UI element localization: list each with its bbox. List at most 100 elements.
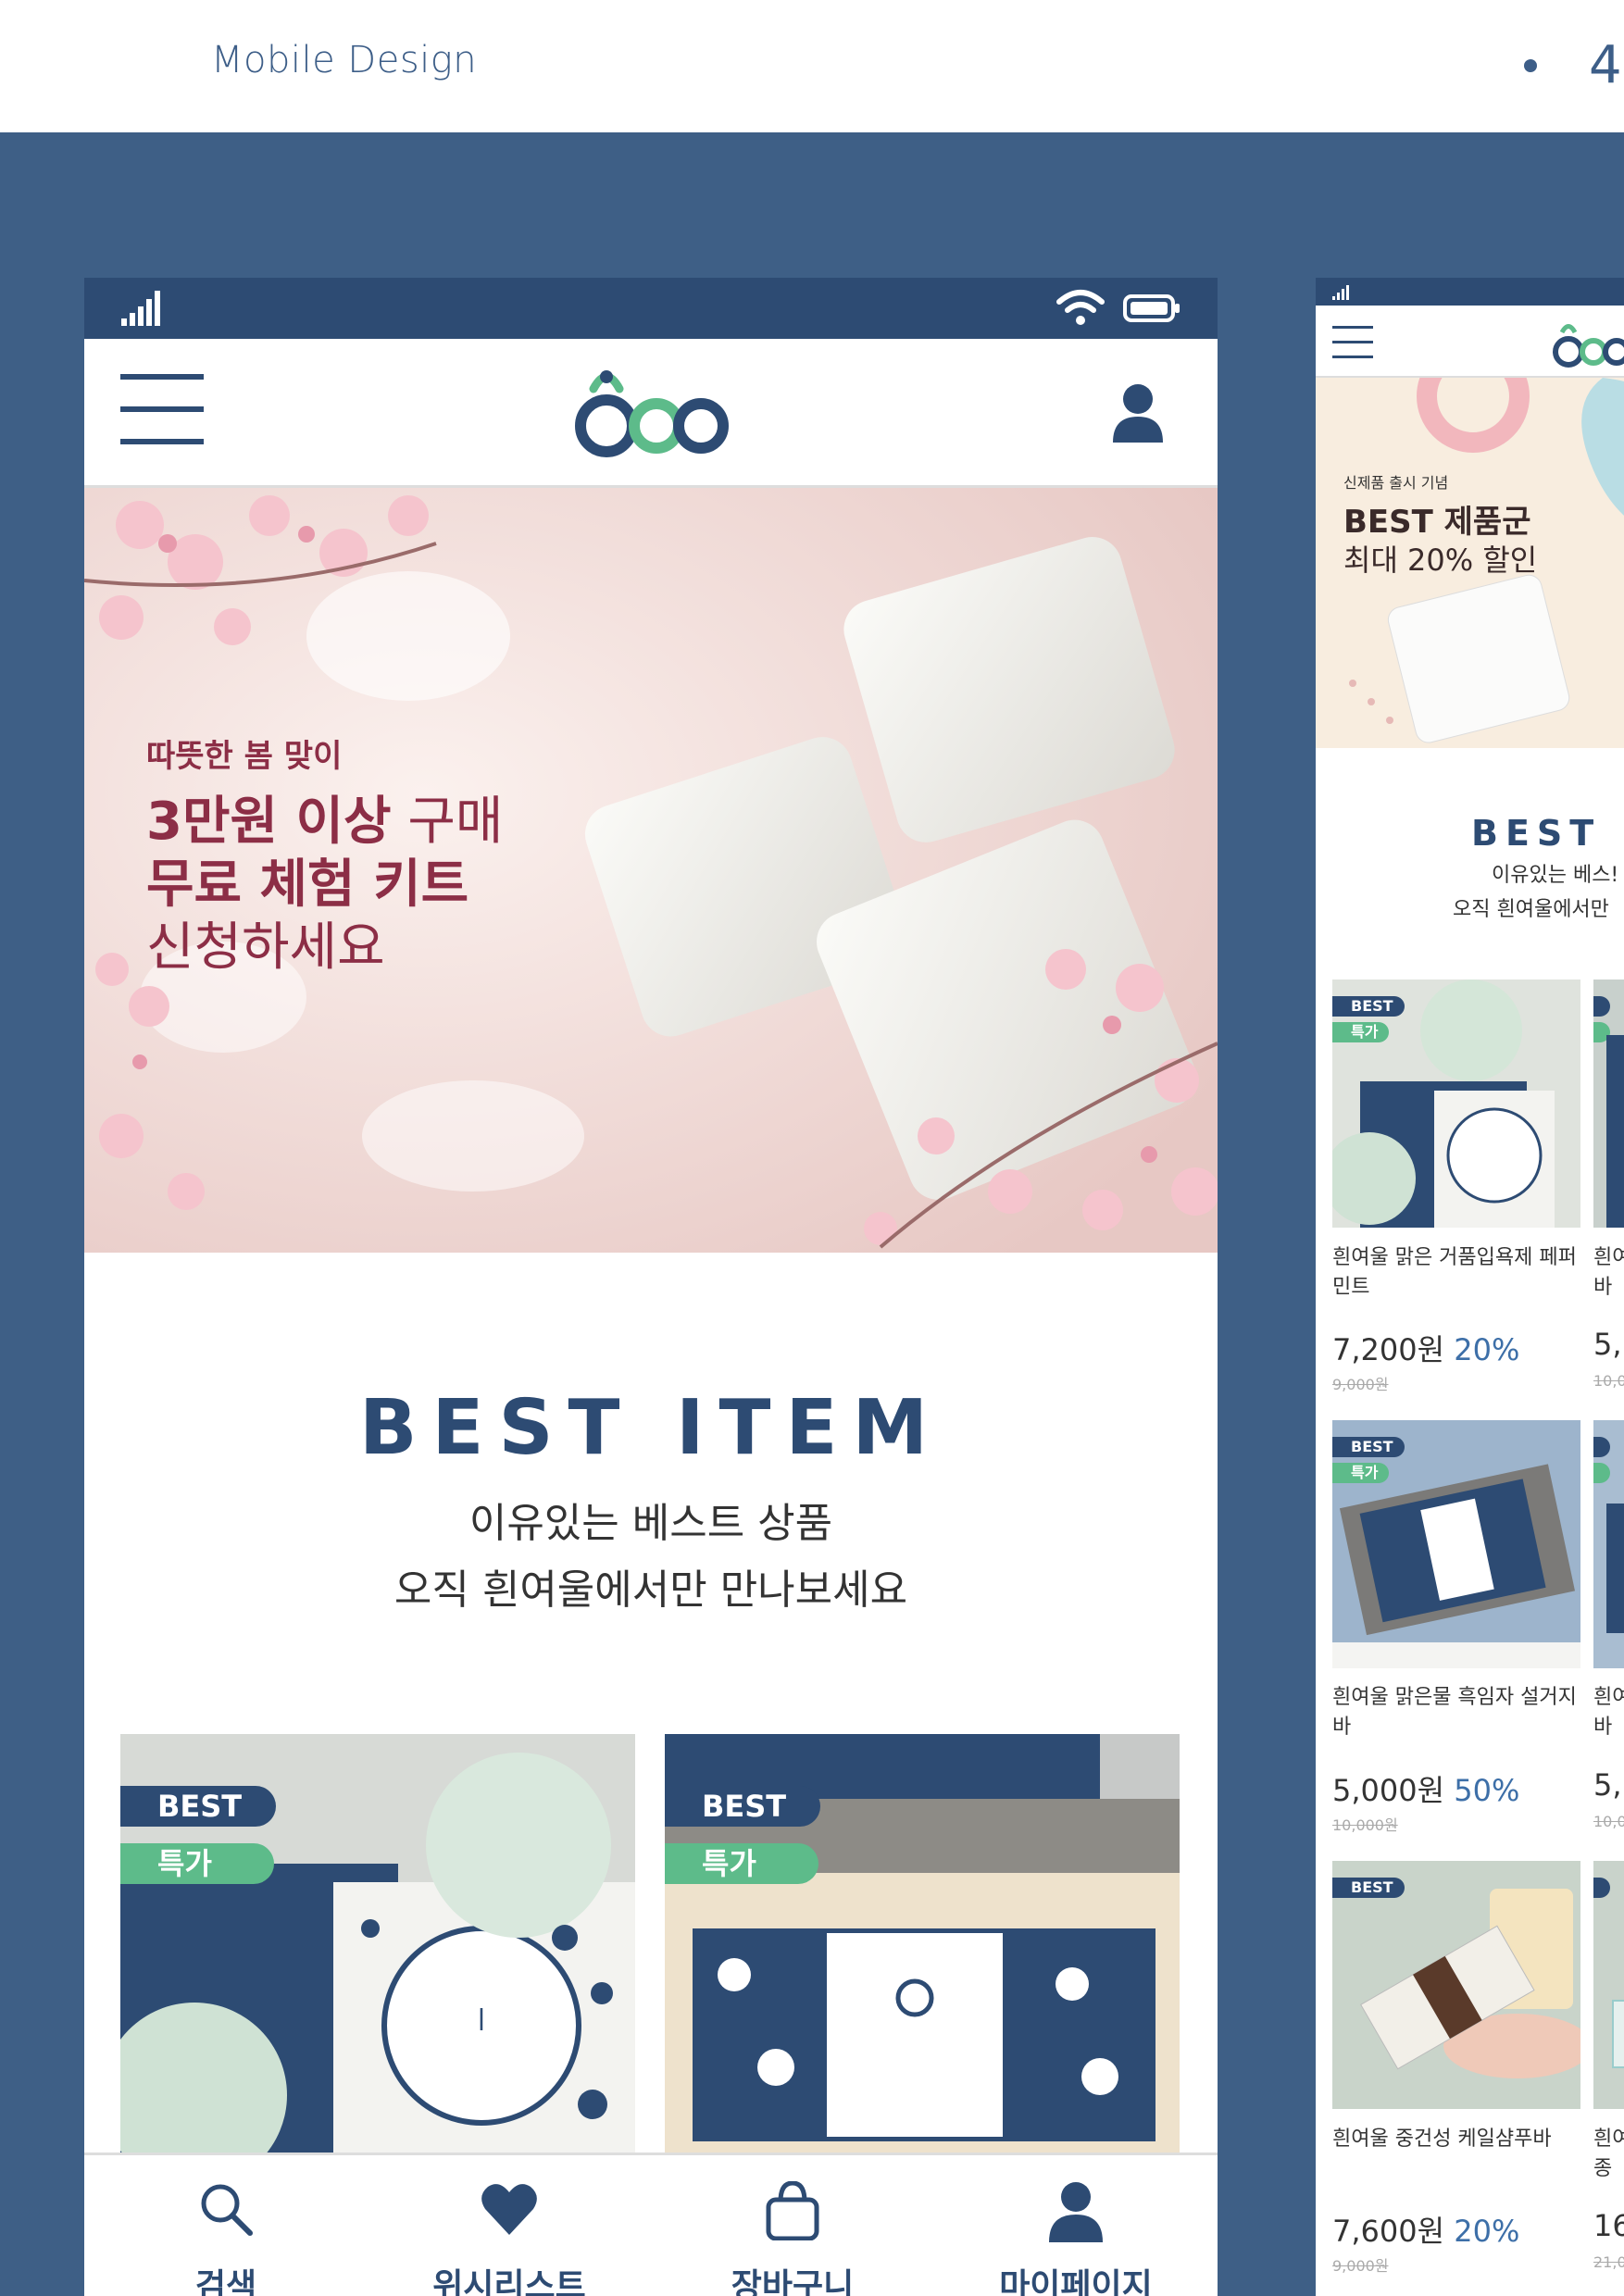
nav-label-cart: 장바구니: [731, 2267, 855, 2296]
hamburger-menu-icon[interactable]: [1332, 326, 1373, 359]
promo-banner[interactable]: 따뜻한 봄 맞이 3만원 이상 구매 무료 체험 키트 신청하세요: [84, 488, 1218, 1253]
banner-title: BEST 제품군: [1343, 504, 1531, 541]
best-badge: BEST: [1332, 996, 1405, 1017]
status-bar: [1316, 278, 1624, 306]
phone-mockup-main: 따뜻한 봄 맞이 3만원 이상 구매 무료 체험 키트 신청하세요 BEST I…: [84, 278, 1218, 2296]
banner-line-1: 따뜻한 봄 맞이: [146, 738, 343, 775]
status-bar: [84, 278, 1218, 339]
sale-badge: 특가: [665, 1843, 818, 1884]
product-name[interactable]: 흰여울 중건성 케일샴푸바: [1332, 2125, 1582, 2154]
best-sub-line-2: 오직 흰여울에서만: [1453, 898, 1609, 921]
best-badge: BEST: [1332, 1437, 1405, 1457]
app-bar: [1316, 306, 1624, 378]
banner-line-2b: 구매: [391, 792, 504, 852]
original-price: 9,000원: [1332, 1376, 1389, 1393]
sale-price: 5,000원: [1332, 1773, 1445, 1808]
heart-icon: [481, 2184, 537, 2235]
product-price: 7,200원 20%: [1332, 1327, 1519, 1369]
product-name-col2-line2: 종: [1593, 2157, 1613, 2180]
best-badge: [1593, 1878, 1610, 1898]
nav-item-wishlist[interactable]: 위시리스트: [368, 2155, 651, 2296]
original-price-col2: 10,0: [1593, 1372, 1624, 1390]
banner-headline: 3만원 이상 구매 무료 체험 키트 신청하세요: [146, 791, 503, 980]
best-item-subtitle: 이유있는 베스트 상품 오직 흰여울에서만 만나보세요: [84, 1491, 1218, 1624]
product-card-dish-bar[interactable]: BEST 특가: [665, 1734, 1180, 2160]
nav-item-mypage[interactable]: 마이페이지: [934, 2155, 1218, 2296]
discount-rate: 20%: [1454, 1332, 1520, 1367]
original-price: 9,000원: [1332, 2257, 1389, 2275]
best-item-title: BEST IT: [1471, 813, 1624, 854]
banner-line-3b: 키트: [355, 855, 469, 915]
product-name-col2-line2: 바: [1593, 1716, 1613, 1739]
app-bar: [84, 339, 1218, 488]
product-image-bath-bomb[interactable]: BEST 특가: [1332, 980, 1580, 1228]
original-price: 10,000원: [1332, 1816, 1398, 1834]
product-image-dish-bar[interactable]: BEST 특가: [1332, 1420, 1580, 1668]
best-badge: BEST: [120, 1786, 276, 1827]
sale-badge: 특가: [1332, 1463, 1390, 1483]
bag-icon: [766, 2181, 819, 2240]
banner-sub: 최대 20% 할인: [1343, 543, 1538, 578]
product-price-col2: 16: [1593, 2208, 1624, 2243]
phone-mockup-secondary: 신제품 출시 기념 BEST 제품군 최대 20% 할인 BEST IT 이유있…: [1316, 278, 1624, 2296]
sale-price: 7,200원: [1332, 1332, 1445, 1367]
nav-label-wishlist: 위시리스트: [432, 2267, 586, 2296]
sale-price: 7,600원: [1332, 2214, 1445, 2249]
search-icon: [201, 2184, 253, 2236]
best-sub-line-1: 이유있는 베스!: [1492, 864, 1619, 887]
page-number: 4: [1589, 35, 1622, 95]
hamburger-menu-icon[interactable]: [120, 374, 204, 444]
banner-line-4: 신청하세요: [146, 917, 385, 978]
product-name-col2[interactable]: 흰여: [1593, 1243, 1624, 1273]
best-sub-line-2: 오직 흰여울에서만 만나보세요: [394, 1566, 908, 1614]
sale-badge: 특가: [120, 1843, 274, 1884]
person-icon: [1049, 2182, 1103, 2242]
signal-icon: [121, 291, 160, 326]
product-image-col2-2[interactable]: [1593, 1420, 1624, 1668]
product-name-col2[interactable]: 흰여: [1593, 2125, 1624, 2154]
battery-icon: [1123, 294, 1180, 322]
best-sub-line-1: 이유있는 베스트 상품: [468, 1500, 833, 1547]
sale-badge: 특가: [1332, 1022, 1390, 1042]
product-name[interactable]: 흰여울 맑은 거품입욕제 페퍼민트: [1332, 1243, 1582, 1303]
brand-logo[interactable]: [573, 361, 731, 463]
user-profile-icon[interactable]: [1111, 383, 1165, 443]
svg-text:ꟾ: ꟾ: [478, 2007, 485, 2037]
wifi-icon: [1056, 290, 1105, 325]
product-image-shampoo-bar[interactable]: BEST: [1332, 1861, 1580, 2109]
best-badge: [1593, 1437, 1610, 1457]
product-name-col2-line2: 바: [1593, 1276, 1613, 1299]
product-price: 5,000원 50%: [1332, 1767, 1519, 1810]
nav-label-mypage: 마이페이지: [999, 2267, 1153, 2296]
best-badge: BEST: [665, 1786, 820, 1827]
product-name-col2[interactable]: 흰여: [1593, 1683, 1624, 1713]
banner-line-2a: 3만원 이상: [146, 792, 392, 852]
product-box-shape: [1606, 1504, 1624, 1633]
product-image-col2-3[interactable]: [1593, 1861, 1624, 2109]
product-box-shape: [1606, 1035, 1624, 1228]
brand-logo[interactable]: [1552, 318, 1624, 368]
product-card-bath-bomb[interactable]: ꟾ BEST 특가: [120, 1734, 635, 2160]
best-item-title: BEST ITEM: [358, 1384, 943, 1472]
product-price: 7,600원 20%: [1332, 2208, 1519, 2251]
nav-label-search: 검색: [194, 2267, 257, 2296]
page-title: Mobile Design: [211, 39, 478, 81]
bullet-dot: [1524, 59, 1537, 72]
nav-item-search[interactable]: 검색: [84, 2155, 368, 2296]
product-box-shape: [1612, 2000, 1624, 2068]
product-image-col2-1[interactable]: [1593, 980, 1624, 1228]
product-price-col2: 5,: [1593, 1327, 1622, 1362]
product-name[interactable]: 흰여울 맑은물 흑임자 설거지바: [1332, 1683, 1582, 1742]
promo-banner[interactable]: 신제품 출시 기념 BEST 제품군 최대 20% 할인: [1316, 378, 1624, 748]
original-price-col2: 21,0: [1593, 2253, 1624, 2271]
page-header: Mobile Design 4: [0, 0, 1624, 132]
product-price-col2: 5,: [1593, 1767, 1622, 1803]
discount-rate: 20%: [1454, 2214, 1520, 2249]
sale-badge: [1593, 1463, 1610, 1483]
original-price-col2: 10,0: [1593, 1813, 1624, 1830]
best-badge: BEST: [1332, 1878, 1405, 1898]
banner-line-3a: 무료 체험: [146, 855, 356, 915]
nav-item-cart[interactable]: 장바구니: [651, 2155, 934, 2296]
bottom-navigation: 검색 위시리스트 장바구니 마이페이지: [84, 2152, 1218, 2296]
banner-small-text: 신제품 출시 기념: [1343, 474, 1449, 492]
